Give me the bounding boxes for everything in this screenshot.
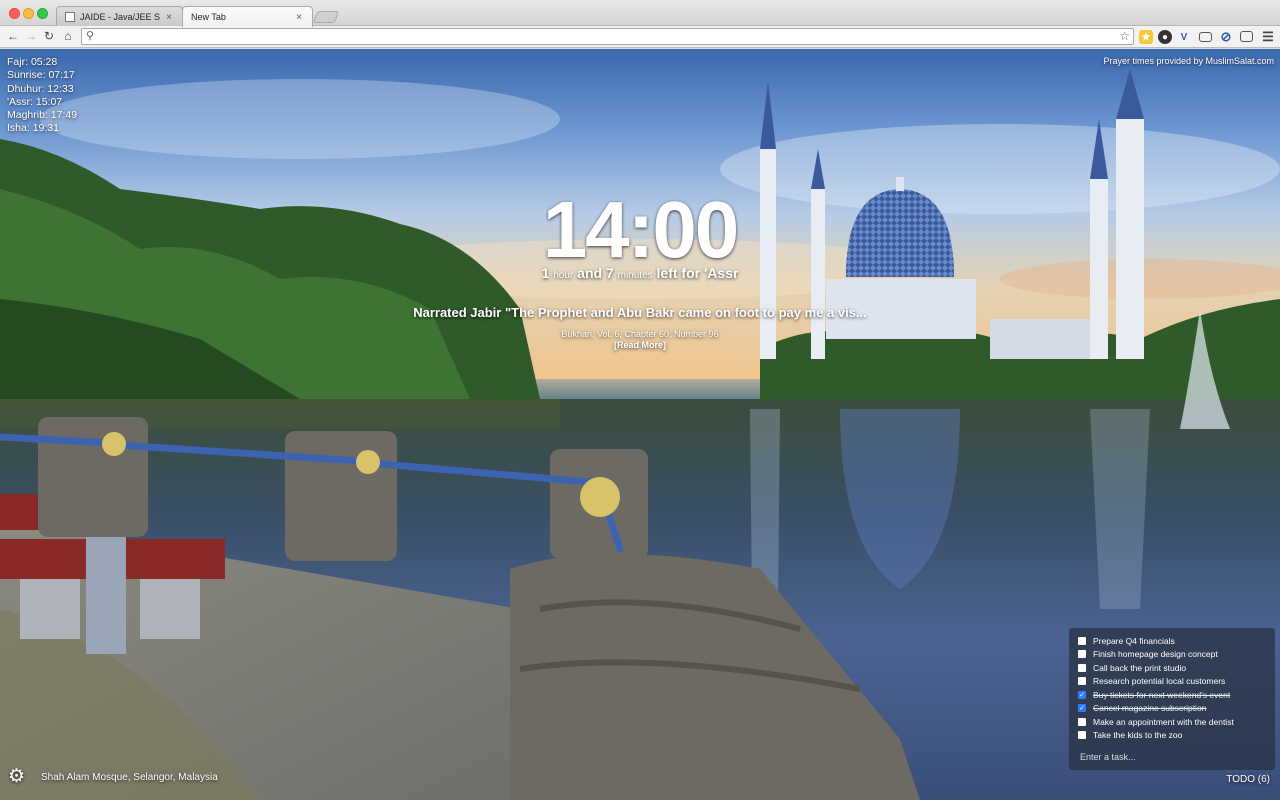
todo-checkbox[interactable] bbox=[1078, 650, 1086, 658]
todo-item[interactable]: Research potential local customers bbox=[1078, 675, 1225, 688]
search-icon: ⚲ bbox=[86, 30, 95, 42]
reload-icon[interactable]: ↻ bbox=[41, 28, 57, 44]
prayer-row-assr: 'Assr: 15:07 bbox=[7, 95, 63, 108]
new-tab-page: Fajr: 05:28 Sunrise: 07:17 Dhuhur: 12:33… bbox=[0, 49, 1280, 800]
todo-item[interactable]: ✓ Cancel magazine subscription bbox=[1078, 702, 1206, 715]
todo-item[interactable]: Finish homepage design concept bbox=[1078, 648, 1218, 661]
prayer-row-dhuhur: Dhuhur: 12:33 bbox=[7, 82, 74, 95]
bookmark-star-icon[interactable]: ☆ bbox=[1119, 29, 1130, 43]
browser-toolbar: ← → ↻ ⌂ ⚲ ☆ ★ ● V ⊘ ☰ bbox=[0, 26, 1280, 48]
todo-checkbox[interactable] bbox=[1078, 731, 1086, 739]
todo-item[interactable]: ✓ Buy tickets for next weekend's event bbox=[1078, 688, 1230, 701]
gear-icon[interactable]: ⚙ bbox=[8, 767, 28, 787]
new-task-input[interactable] bbox=[1080, 752, 1260, 762]
todo-checkbox[interactable] bbox=[1078, 636, 1086, 645]
forward-arrow-icon[interactable]: → bbox=[23, 28, 39, 44]
tab-title: New Tab bbox=[191, 12, 226, 22]
hadith-text: Narrated Jabir "The Prophet and Abu Bakr… bbox=[413, 305, 867, 320]
todo-checkbox[interactable] bbox=[1078, 663, 1086, 672]
address-bar[interactable]: ⚲ ☆ bbox=[81, 28, 1134, 45]
todo-item[interactable]: Take the kids to the zoo bbox=[1078, 729, 1182, 742]
block-icon[interactable]: ⊘ bbox=[1219, 29, 1233, 44]
todo-item[interactable]: Prepare Q4 financials bbox=[1078, 634, 1175, 647]
menu-icon[interactable]: ☰ bbox=[1261, 29, 1275, 44]
zoom-window-button[interactable] bbox=[37, 8, 48, 19]
back-arrow-icon[interactable]: ← bbox=[5, 28, 21, 44]
close-tab-icon[interactable]: × bbox=[166, 12, 172, 23]
prayer-row-maghrib: Maghrib: 17:49 bbox=[7, 109, 78, 122]
prayer-times-provider-link[interactable]: Prayer times provided by MuslimSalat.com bbox=[1103, 56, 1274, 66]
tab-jaide[interactable]: JAIDE - Java/JEE Software × bbox=[56, 6, 183, 27]
prayer-countdown: 1 hour and 7 minutes left for 'Assr bbox=[541, 265, 739, 281]
extension-v-icon[interactable]: V bbox=[1177, 30, 1191, 44]
prayer-row-fajr: Fajr: 05:28 bbox=[7, 56, 58, 68]
screenshot-icon[interactable] bbox=[1240, 31, 1253, 42]
todo-checkbox-checked[interactable]: ✓ bbox=[1078, 690, 1086, 699]
new-tab-button[interactable] bbox=[312, 11, 340, 23]
todo-item[interactable]: Call back the print studio bbox=[1078, 661, 1186, 674]
window-titlebar: JAIDE - Java/JEE Software × New Tab × bbox=[0, 0, 1280, 27]
photo-location-label: Shah Alam Mosque, Selangor, Malaysia bbox=[41, 772, 218, 783]
tab-title: JAIDE - Java/JEE Software bbox=[80, 12, 161, 22]
prayer-row-sunrise: Sunrise: 07:17 bbox=[7, 69, 75, 82]
close-tab-icon[interactable]: × bbox=[296, 12, 302, 23]
close-window-button[interactable] bbox=[9, 8, 20, 19]
cast-icon[interactable] bbox=[1199, 32, 1212, 42]
todo-checkbox-checked[interactable]: ✓ bbox=[1078, 704, 1086, 712]
todo-toggle-button[interactable]: TODO (6) bbox=[1226, 774, 1270, 785]
prayer-row-isha: Isha: 19:31 bbox=[7, 122, 59, 135]
tab-new-tab[interactable]: New Tab × bbox=[182, 6, 313, 27]
todo-checkbox[interactable] bbox=[1078, 717, 1086, 726]
hadith-source: Bukhari, Vol. 6, Chapter 60, Number 96 bbox=[561, 329, 719, 339]
clock-time: 14:00 bbox=[542, 185, 740, 274]
home-icon[interactable]: ⌂ bbox=[60, 28, 76, 44]
extension-color-icon[interactable]: ● bbox=[1158, 30, 1172, 44]
minimize-window-button[interactable] bbox=[23, 8, 34, 19]
page-favicon-icon bbox=[65, 12, 75, 22]
todo-item[interactable]: Make an appointment with the dentist bbox=[1078, 715, 1234, 728]
extension-bookmark-icon[interactable]: ★ bbox=[1139, 30, 1153, 44]
todo-checkbox[interactable] bbox=[1078, 677, 1086, 685]
address-input[interactable] bbox=[98, 30, 1108, 43]
prayer-times-list: Fajr: 05:28 Sunrise: 07:17 Dhuhur: 12:33… bbox=[7, 56, 77, 136]
read-more-link[interactable]: [Read More] bbox=[0, 340, 1280, 350]
todo-panel: Prepare Q4 financials Finish homepage de… bbox=[1069, 628, 1275, 770]
